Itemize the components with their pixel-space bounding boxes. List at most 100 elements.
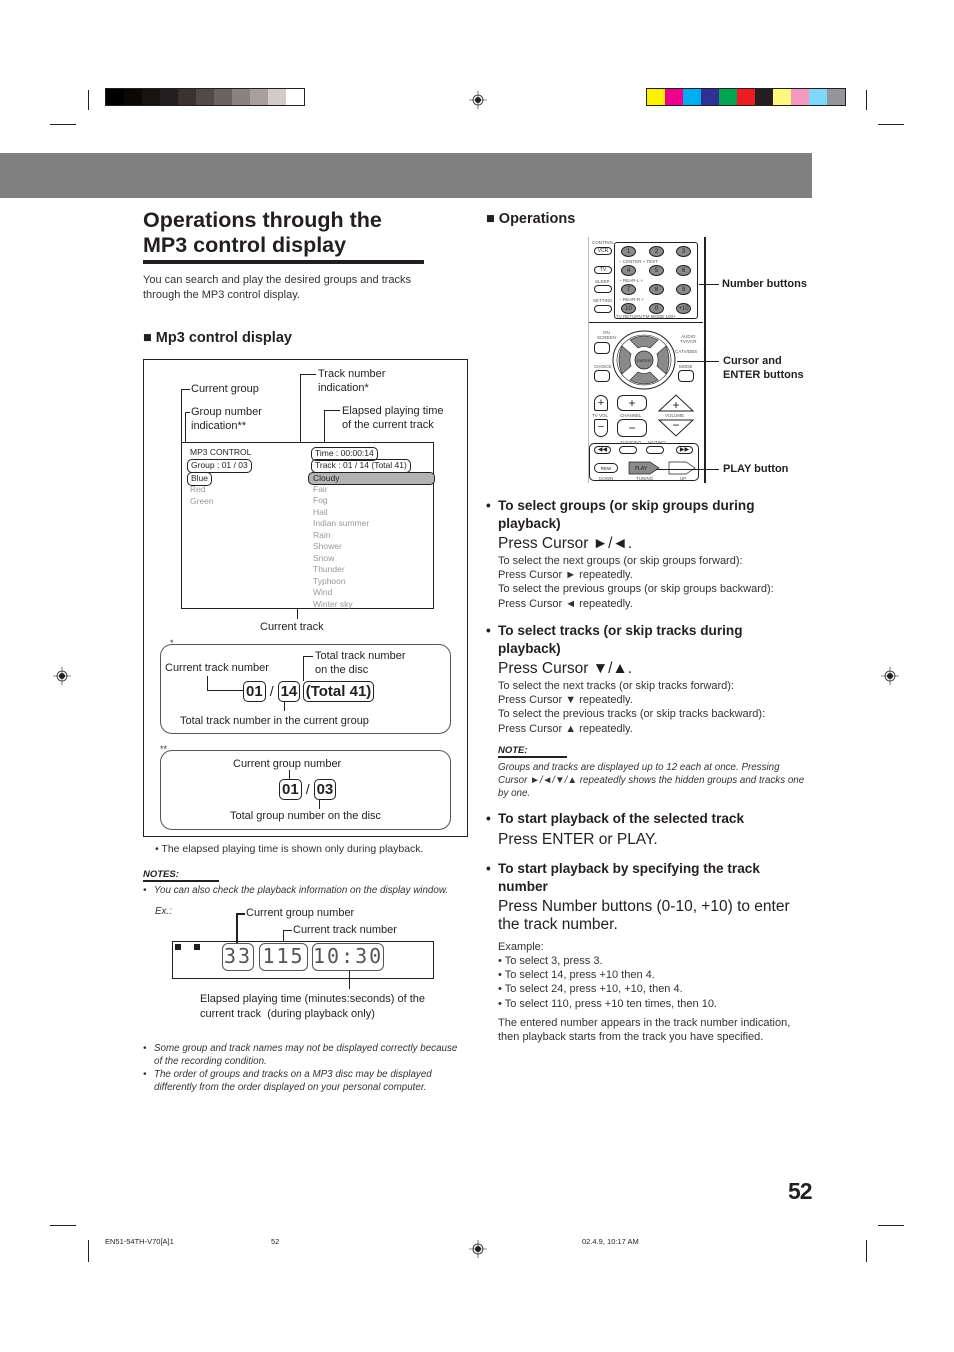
registration-mark-icon [469,91,487,109]
number-key-7[interactable]: 7 [621,284,636,295]
bullet: • [143,1043,147,1054]
label-current-group-number: Current group number [233,758,342,770]
body-line: Press Cursor ▼ repeatedly. [498,694,633,707]
example-item: • To select 14, press +10 then 4. [498,969,655,982]
lcd-track-number: 115 [259,943,308,971]
leader-line [303,656,304,681]
note-text: You can also check the playback informat… [154,885,449,896]
remote-row-label: − REAR-R + [619,297,645,302]
color-swatch [286,89,304,105]
crop-mark [866,1240,867,1262]
number-key-5[interactable]: 5 [649,265,664,276]
heading-text: To start playback of the selected track [498,811,745,826]
remote-vcr-button[interactable]: VCR [594,247,612,255]
color-swatch [196,89,214,105]
registration-mark-icon [469,1240,487,1258]
bullet: • [143,885,147,896]
track-item[interactable]: Typhoon [313,576,346,588]
volume-down-button[interactable]: − [657,418,695,438]
instruction-press-number-buttons: Press Number buttons (0-10, +10) to ente… [498,898,790,933]
heading-text: To select groups (or skip groups during … [498,498,755,531]
body-line: To select the next tracks (or skip track… [498,680,734,692]
operations-heading: ■ Operations [486,211,576,227]
remote-on-screen-button[interactable] [594,342,610,354]
callout-current-track: Current track [260,621,324,633]
remote-label-up: UP [680,476,687,481]
remote-mode-button[interactable] [678,370,694,382]
track-item[interactable]: Wind [313,587,332,599]
body-line: Press Cursor ► repeatedly. [498,569,633,582]
remote-divider [589,322,703,323]
track-item[interactable]: Shower [313,541,342,553]
volume-up-button[interactable]: + [657,393,695,413]
channel-up-button[interactable]: + [617,395,647,411]
number-key-4[interactable]: 4 [621,265,636,276]
number-key-plus10[interactable]: +10 [676,303,691,314]
note-heading: NOTE: [498,745,528,756]
track-item[interactable]: Indian summer [313,518,369,530]
number-key-6[interactable]: 6 [676,265,691,276]
callout-number-buttons: Number buttons [722,278,807,290]
note-item: • You can also check the playback informa… [143,884,473,897]
crop-mark [878,124,904,125]
remote-sleep-button[interactable] [594,285,612,293]
registration-mark-icon [53,667,71,685]
crop-mark [866,90,867,110]
number-key-1[interactable]: 1 [621,246,636,257]
elapsed-time-note: • The elapsed playing time is shown only… [155,843,424,855]
bullet: • [486,498,491,513]
channel-down-button[interactable]: − [617,419,647,437]
total-group-value: 03 [313,779,337,800]
track-item[interactable]: Rain [313,530,330,542]
color-swatch [809,89,827,105]
track-item[interactable]: Snow [313,553,334,565]
note-text: Groups and tracks are displayed up to 12… [498,762,805,799]
callout-cursor-enter: Cursor and ENTER buttons [723,355,804,381]
instruction-press-enter-play: Press ENTER or PLAY. [498,831,658,848]
number-key-8[interactable]: 8 [649,284,664,295]
group-item[interactable]: Red [190,484,206,496]
leader-line [319,799,320,809]
color-swatch [142,89,160,105]
notes-rule [143,880,219,882]
number-key-3[interactable]: 3 [676,246,691,257]
ff-button[interactable] [668,461,696,475]
color-swatch [665,89,683,105]
play-button[interactable]: PLAY [628,461,660,475]
operation-body-select-tracks: To select the next tracks (or skip track… [498,679,818,736]
track-item[interactable]: Fog [313,495,328,507]
rew-button[interactable]: REW [594,463,618,473]
label-current-track-number: Current track number [165,662,269,674]
muting-button[interactable] [646,446,664,454]
bullet: • [143,1069,147,1080]
remote-choice-button[interactable] [594,370,610,382]
number-key-9[interactable]: 9 [676,284,691,295]
header-band [0,153,812,198]
number-key-0[interactable]: 0 [649,303,664,314]
leader-line [677,361,719,362]
current-group-value: 01 [279,779,302,800]
remote-setting-button[interactable] [594,305,612,313]
rewind-skip-button[interactable]: ◀◀ [594,446,611,454]
footer-page: 52 [271,1237,280,1246]
track-item[interactable]: Fair [313,484,328,496]
remote-label-setting: SETTING [593,298,613,303]
fast-forward-skip-button[interactable]: ▶▶ [676,446,693,454]
remote-label-mode: MODE [679,364,693,369]
track-item[interactable]: Winter sky [313,599,353,611]
remote-label-muting: MUTING [648,440,666,445]
group-item[interactable]: Green [190,496,214,508]
bullet: • [486,623,491,638]
remote-tv-button[interactable]: TV [594,266,612,274]
remote-label-sleep: SLEEP [595,279,610,284]
tv-vol-up-button[interactable]: + [594,395,608,411]
closing-text: The entered number appears in the track … [498,1017,791,1044]
body-line: To select the previous groups (or skip g… [498,583,774,596]
leader-line [656,469,719,470]
track-item[interactable]: Hail [313,507,328,519]
tv-vol-down-button[interactable]: − [594,419,608,437]
number-key-10[interactable]: 10 [621,303,636,314]
track-item[interactable]: Thunder [313,564,345,576]
tv-video-button[interactable] [619,446,637,454]
number-key-2[interactable]: 2 [649,246,664,257]
